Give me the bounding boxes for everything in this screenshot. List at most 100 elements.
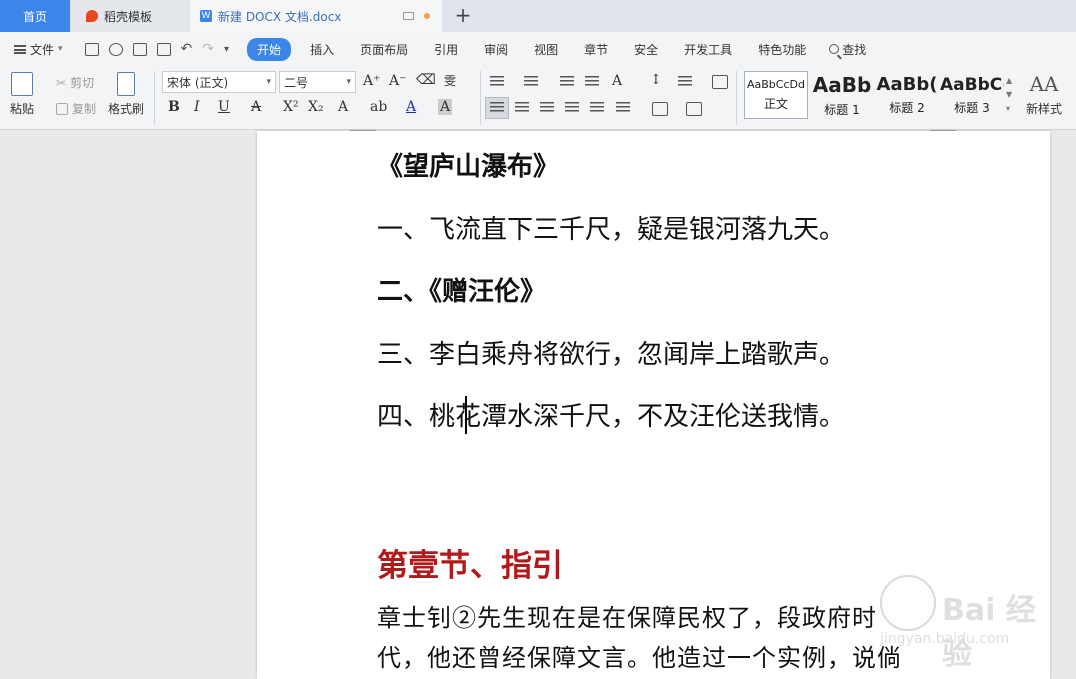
subscript-icon[interactable]: X₂ [308,99,324,115]
copy-button[interactable]: 复制 [56,100,96,117]
style-heading-2[interactable]: AaBb( 标题 2 [875,71,939,119]
new-style-button[interactable]: AA 新样式 [1026,72,1062,117]
page-corner-mark [350,130,376,131]
tab-template[interactable]: 稻壳模板 [72,0,188,32]
paste-button[interactable]: 粘贴 [10,72,34,117]
open-folder-icon[interactable] [84,42,99,56]
print-preview-icon[interactable] [156,42,171,56]
decrease-indent-icon[interactable] [560,76,574,88]
clipboard-icon [11,72,33,96]
align-left-icon[interactable] [490,102,504,114]
cut-button[interactable]: ✂ 剪切 [56,74,94,91]
grow-font-icon[interactable]: A⁺ [363,73,381,89]
new-style-icon: AA [1029,72,1059,96]
search-icon [829,44,840,54]
menu-tab-developer[interactable]: 开发工具 [671,41,745,58]
customize-chevron-icon[interactable]: ▾ [224,44,229,55]
italic-icon[interactable]: I [194,99,200,115]
sort-icon[interactable]: ↕ [650,72,662,88]
char-shading-icon[interactable]: A [438,99,453,115]
shading-icon[interactable] [652,102,668,116]
text-effect-icon[interactable]: A [338,99,348,115]
menu-tab-section[interactable]: 章节 [571,41,621,58]
undo-icon[interactable]: ↶ [181,41,193,57]
style-heading-1-label: 标题 1 [824,102,860,117]
distributed-icon[interactable] [590,102,604,114]
shrink-font-icon[interactable]: A⁻ [389,73,407,89]
bold-icon[interactable]: B [168,99,180,115]
bullet-list-icon[interactable] [490,76,504,88]
style-normal[interactable]: AaBbCcDd 正文 [744,71,808,119]
paste-label: 粘贴 [10,102,35,116]
body-paragraph-line-1[interactable]: 章士钊②先生现在是在保障民权了，段政府时 [377,598,877,633]
style-heading-2-sample: AaBb( [876,74,938,95]
strikethrough-icon[interactable]: A [251,99,261,115]
style-heading-3[interactable]: AaBbC( 标题 3 [940,71,1004,119]
numbered-list-icon[interactable] [524,76,538,88]
redo-icon[interactable]: ↷ [202,41,214,57]
docer-logo-icon [86,10,98,22]
monitor-icon[interactable] [403,12,414,20]
borders-icon[interactable] [686,102,702,116]
body-paragraph-line-2[interactable]: 代，他还曾经保障文言。他造过一个实例，说倘 [377,638,902,673]
show-hide-marks-icon[interactable] [678,76,692,88]
menu-tab-special[interactable]: 特色功能 [745,41,819,58]
style-heading-2-label: 标题 2 [889,101,925,115]
font-size-select[interactable]: 二号 [279,71,356,93]
superscript-icon[interactable]: X² [283,99,299,115]
format-painter-button[interactable]: 格式刷 [108,72,144,117]
menu-tab-security[interactable]: 安全 [621,41,671,58]
menu-tab-references[interactable]: 引用 [421,41,471,58]
style-heading-1-sample: AaBb [812,72,872,97]
doc-line-1[interactable]: 一、飞流直下三千尺，疑是银河落九天。 [377,209,845,246]
cloud-sync-icon[interactable] [108,42,123,56]
tab-document-label: 新建 DOCX 文档.docx [218,9,342,24]
font-name-select[interactable]: 宋体 (正文) [162,71,276,93]
brush-icon [117,72,135,96]
style-normal-sample: AaBbCcDd [747,78,805,91]
print-icon[interactable] [132,42,147,56]
style-heading-1[interactable]: AaBb 标题 1 [810,71,874,119]
word-doc-icon: W [200,10,212,22]
doc-line-4[interactable]: 四、桃花潭水深千尺，不及汪伦送我情。 [377,396,845,433]
menu-tab-start[interactable]: 开始 [247,37,292,61]
table-layout-icon[interactable] [712,75,728,89]
section-heading[interactable]: 第壹节、指引 [377,540,563,585]
menu-tab-review[interactable]: 审阅 [471,41,521,58]
phonetic-guide-icon[interactable]: 雯 [444,72,456,89]
menu-tab-page-layout[interactable]: 页面布局 [347,41,421,58]
watermark-text: Bai 经验 [942,593,1036,672]
cut-label: 剪切 [70,76,95,90]
doc-line-2[interactable]: 二、《赠汪伦》 [377,271,546,308]
paw-logo-icon [880,575,936,631]
tab-home[interactable]: 首页 [0,0,70,32]
menu-tab-insert[interactable]: 插入 [297,41,347,58]
styles-scroll-icon[interactable]: ▲ ▼ ▾ [1006,74,1012,116]
style-normal-label: 正文 [763,97,788,111]
doc-line-3[interactable]: 三、李白乘舟将欲行，忽闻岸上踏歌声。 [377,334,845,371]
file-menu-label: 文件 [30,42,55,57]
new-tab-button[interactable]: + [452,3,474,27]
menu-tabs: 开始 插入 页面布局 引用 审阅 视图 章节 安全 开发工具 特色功能 查找 [247,37,866,61]
highlight-icon[interactable]: ab [370,99,387,115]
underline-icon[interactable]: U [218,99,230,115]
increase-indent-icon[interactable] [585,76,599,88]
doc-title[interactable]: 《望庐山瀑布》 [377,146,559,183]
ribbon-separator [736,71,737,125]
line-spacing-icon[interactable] [616,102,630,114]
menu-tab-view[interactable]: 视图 [521,41,571,58]
align-right-icon[interactable] [540,102,554,114]
style-heading-3-label: 标题 3 [954,100,990,115]
clear-format-icon[interactable]: ⌫ [416,72,436,88]
baidu-jingyan-watermark: Bai 经验 jingyan.baidu.com [880,565,1060,672]
font-color-icon[interactable]: A [406,99,416,115]
watermark-url: jingyan.baidu.com [880,631,1010,647]
search-button[interactable]: 查找 [819,41,866,58]
justify-icon[interactable] [565,102,579,114]
align-center-icon[interactable] [515,102,529,114]
scissors-icon: ✂ [56,75,67,90]
tab-document[interactable]: W 新建 DOCX 文档.docx [190,0,442,32]
file-menu[interactable]: 文件 ▾ [14,41,63,58]
change-case-icon[interactable]: A [612,73,622,89]
quick-access-toolbar: ↶ ↷ ▾ [84,41,229,57]
